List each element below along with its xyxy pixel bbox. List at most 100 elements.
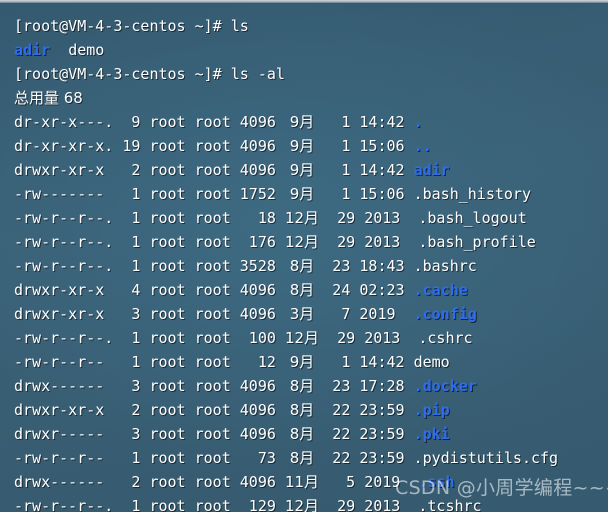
time: 15:06	[359, 185, 414, 203]
listing-row: -rw-r--r--. 1 root root 100 12月 29 2013 …	[14, 326, 608, 350]
dir-name-.cache: .cache	[413, 281, 468, 299]
permissions: -rw-r--r--	[14, 449, 123, 467]
month: 12月	[284, 497, 320, 512]
size: 4096	[239, 113, 285, 131]
link-count: 1	[122, 185, 150, 203]
terminal-window[interactable]: [root@VM-4-3-centos ~]# ls adir demo [root…	[0, 0, 608, 512]
permissions: drwxr-xr-x	[14, 305, 123, 323]
group: root	[194, 401, 240, 419]
month: 12月	[284, 233, 320, 251]
time: 2019	[364, 473, 419, 491]
group: root	[194, 257, 240, 275]
day: 7	[314, 305, 360, 323]
dir-name-.config: .config	[413, 305, 477, 323]
permissions: drwx------	[14, 377, 123, 395]
size: 100	[239, 329, 285, 347]
size: 1752	[239, 185, 285, 203]
permissions: -rw-r--r--.	[14, 257, 123, 275]
day: 29	[319, 497, 365, 512]
prompt-line[interactable]: [root@VM-4-3-centos ~]# ls -al	[14, 62, 608, 86]
size: 4096	[239, 377, 285, 395]
permissions: drwx------	[14, 473, 123, 491]
month: 8月	[284, 401, 315, 419]
size: 4096	[239, 473, 285, 491]
listing-row: drwx------ 2 root root 4096 11月 5 2019 .…	[14, 470, 608, 494]
time: 15:06	[359, 137, 414, 155]
size: 4096	[239, 401, 285, 419]
link-count: 2	[122, 401, 150, 419]
group: root	[194, 233, 240, 251]
day: 22	[314, 449, 360, 467]
link-count: 1	[122, 353, 150, 371]
total-label: 总用量 68	[14, 89, 83, 107]
prompt-line[interactable]: [root@VM-4-3-centos ~]# ls	[14, 14, 608, 38]
file-name-.bashrc: .bashrc	[413, 257, 477, 275]
owner: root	[149, 185, 195, 203]
time: 2019	[359, 305, 414, 323]
group: root	[194, 281, 240, 299]
link-count: 9	[122, 113, 150, 131]
file-name-.tcshrc: .tcshrc	[418, 497, 482, 512]
month: 3月	[284, 305, 315, 323]
listing-row: drwxr-xr-x 3 root root 4096 3月 7 2019 .c…	[14, 302, 608, 326]
listing-row: dr-xr-xr-x. 19 root root 4096 9月 1 15:06…	[14, 134, 608, 158]
group: root	[194, 329, 240, 347]
owner: root	[149, 161, 195, 179]
day: 1	[314, 137, 360, 155]
shell-command: ls	[230, 17, 249, 35]
link-count: 2	[122, 473, 150, 491]
time: 23:59	[359, 449, 414, 467]
file-name-.bash_history: .bash_history	[413, 185, 531, 203]
time: 14:42	[359, 161, 414, 179]
time: 23:59	[359, 425, 414, 443]
dir-name-.docker: .docker	[413, 377, 477, 395]
size: 4096	[239, 305, 285, 323]
shell-prompt: [root@VM-4-3-centos ~]#	[14, 65, 231, 83]
ls-short-output: adir demo	[14, 38, 608, 62]
permissions: -rw-r--r--.	[14, 497, 123, 512]
group: root	[194, 113, 240, 131]
size: 176	[239, 233, 285, 251]
month: 12月	[284, 329, 320, 347]
file-name-demo: demo	[413, 353, 450, 371]
time: 2013	[364, 209, 419, 227]
shell-command: ls -al	[230, 65, 285, 83]
size: 18	[239, 209, 285, 227]
file-name-.bash_profile: .bash_profile	[418, 233, 536, 251]
link-count: 3	[122, 425, 150, 443]
terminal-screen[interactable]: [root@VM-4-3-centos ~]# ls adir demo [root…	[0, 3, 608, 512]
total-line: 总用量 68	[14, 86, 608, 110]
listing-row: -rw------- 1 root root 1752 9月 1 15:06 .…	[14, 182, 608, 206]
group: root	[194, 497, 240, 512]
time: 18:43	[359, 257, 414, 275]
shell-prompt: [root@VM-4-3-centos ~]#	[14, 17, 231, 35]
dir-name-adir: adir	[413, 161, 450, 179]
month: 9月	[284, 353, 315, 371]
owner: root	[149, 209, 195, 227]
group: root	[194, 425, 240, 443]
time: 2013	[364, 233, 419, 251]
listing-row: -rw-r--r-- 1 root root 73 8月 22 23:59 .p…	[14, 446, 608, 470]
month: 9月	[284, 185, 315, 203]
day: 24	[314, 281, 360, 299]
month: 9月	[284, 137, 315, 155]
permissions: drwxr-xr-x	[14, 281, 123, 299]
dir-name-.: .	[413, 113, 423, 131]
link-count: 19	[122, 137, 150, 155]
owner: root	[149, 113, 195, 131]
link-count: 2	[122, 161, 150, 179]
owner: root	[149, 401, 195, 419]
listing-row: -rw-r--r--. 1 root root 18 12月 29 2013 .…	[14, 206, 608, 230]
permissions: drwxr-----	[14, 425, 123, 443]
month: 8月	[284, 425, 315, 443]
size: 4096	[239, 281, 285, 299]
month: 12月	[284, 209, 320, 227]
size: 73	[239, 449, 285, 467]
day: 5	[319, 473, 365, 491]
owner: root	[149, 377, 195, 395]
owner: root	[149, 329, 195, 347]
day: 1	[314, 113, 360, 131]
file-name-.pydistutils.cfg: .pydistutils.cfg	[413, 449, 559, 467]
time: 17:28	[359, 377, 414, 395]
